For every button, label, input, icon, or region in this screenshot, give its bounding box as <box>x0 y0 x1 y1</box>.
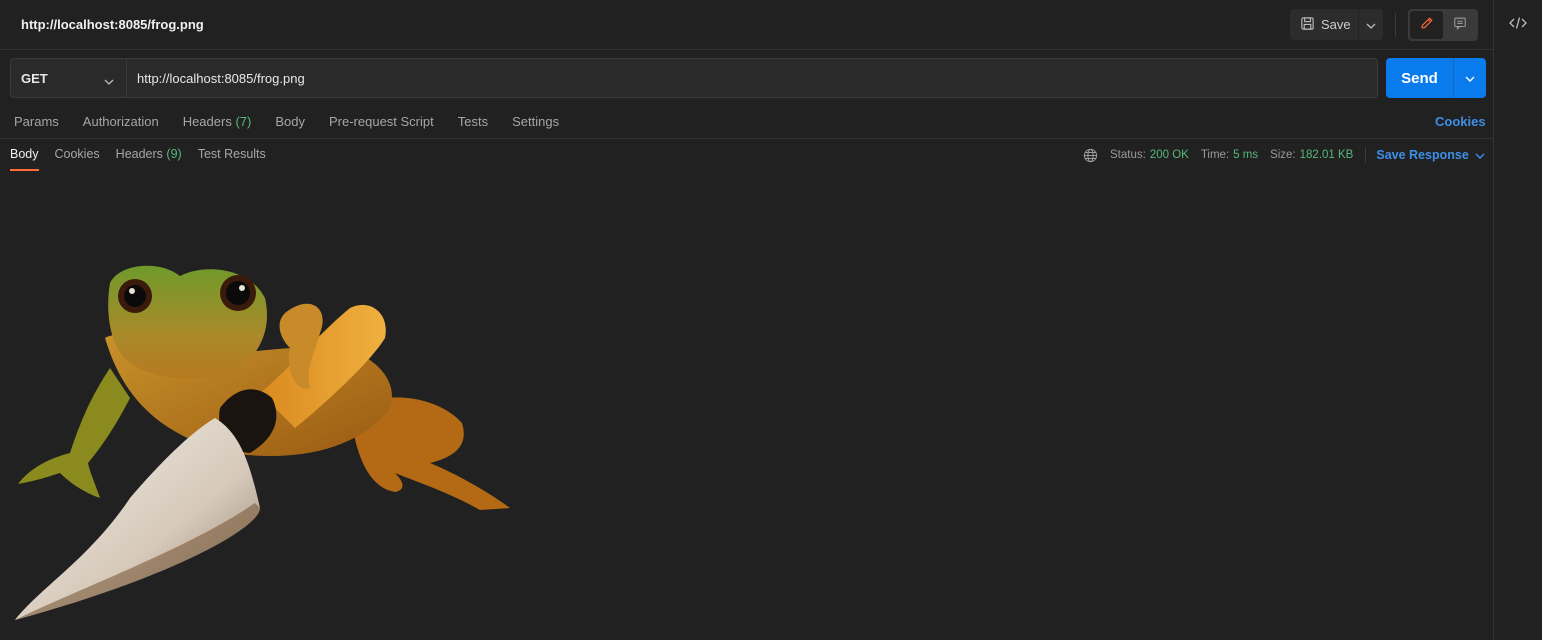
response-tabs: Body Cookies Headers (9) Test Results <box>10 147 282 171</box>
tab-body[interactable]: Body <box>275 114 305 129</box>
request-title[interactable]: http://localhost:8085/frog.png <box>21 17 204 32</box>
code-icon <box>1509 16 1527 35</box>
cookies-link[interactable]: Cookies <box>1435 114 1486 129</box>
response-tab-test-results[interactable]: Test Results <box>198 147 266 171</box>
globe-icon[interactable] <box>1083 148 1098 163</box>
response-tab-headers[interactable]: Headers (9) <box>116 147 182 171</box>
status-value[interactable]: 200 OK <box>1150 149 1189 161</box>
meta-divider <box>1365 147 1367 163</box>
time-value[interactable]: 5 ms <box>1233 149 1258 161</box>
url-input[interactable] <box>126 58 1378 98</box>
comment-mode-button[interactable] <box>1443 11 1476 39</box>
title-bar: http://localhost:8085/frog.png Save <box>0 0 1493 50</box>
save-button-group: Save <box>1290 9 1383 40</box>
send-button-group: Send <box>1386 58 1486 98</box>
response-meta: Status: 200 OK Time: 5 ms Size: 182.01 K… <box>1083 147 1485 163</box>
chevron-down-icon <box>1465 69 1475 87</box>
response-tab-headers-label: Headers <box>115 147 163 161</box>
pencil-icon <box>1420 16 1434 35</box>
comment-icon <box>1453 16 1467 35</box>
tab-pre-request-script[interactable]: Pre-request Script <box>329 114 434 129</box>
tab-tests[interactable]: Tests <box>458 114 488 129</box>
chevron-down-icon <box>1366 16 1376 34</box>
tab-params[interactable]: Params <box>14 114 59 129</box>
send-button[interactable]: Send <box>1386 58 1453 98</box>
headers-count-badge: (7) <box>235 114 252 129</box>
response-headers-count-badge: (9) <box>166 147 182 161</box>
response-tab-cookies[interactable]: Cookies <box>55 147 100 171</box>
edit-mode-button[interactable] <box>1410 11 1443 39</box>
tab-authorization[interactable]: Authorization <box>83 114 159 129</box>
active-tab-indicator <box>10 169 39 171</box>
size-value[interactable]: 182.01 KB <box>1300 149 1354 161</box>
method-select[interactable]: GET <box>10 58 126 98</box>
save-button[interactable]: Save <box>1290 9 1358 40</box>
response-tab-body[interactable]: Body <box>10 147 39 171</box>
section-divider <box>0 138 1493 139</box>
size-label: Size: <box>1270 149 1296 161</box>
tab-headers-label: Headers <box>182 114 232 129</box>
tab-settings[interactable]: Settings <box>512 114 559 129</box>
save-icon <box>1300 16 1321 34</box>
save-response-button[interactable]: Save Response <box>1376 148 1485 162</box>
save-response-label: Save Response <box>1376 148 1469 162</box>
right-sidebar <box>1493 0 1542 640</box>
chevron-down-icon <box>104 73 114 88</box>
send-options-button[interactable] <box>1453 58 1486 98</box>
save-options-button[interactable] <box>1358 9 1383 40</box>
tab-headers[interactable]: Headers (7) <box>183 114 252 129</box>
mode-toggle <box>1408 9 1478 41</box>
time-label: Time: <box>1200 149 1230 161</box>
status-label: Status: <box>1110 149 1146 161</box>
chevron-down-icon <box>1469 148 1485 162</box>
save-label: Save <box>1321 17 1351 32</box>
method-label: GET <box>21 70 48 86</box>
code-snippet-button[interactable] <box>1508 16 1528 34</box>
toolbar-divider <box>1395 13 1396 37</box>
response-image <box>15 265 510 620</box>
request-tabs: Params Authorization Headers (7) Body Pr… <box>14 114 583 129</box>
